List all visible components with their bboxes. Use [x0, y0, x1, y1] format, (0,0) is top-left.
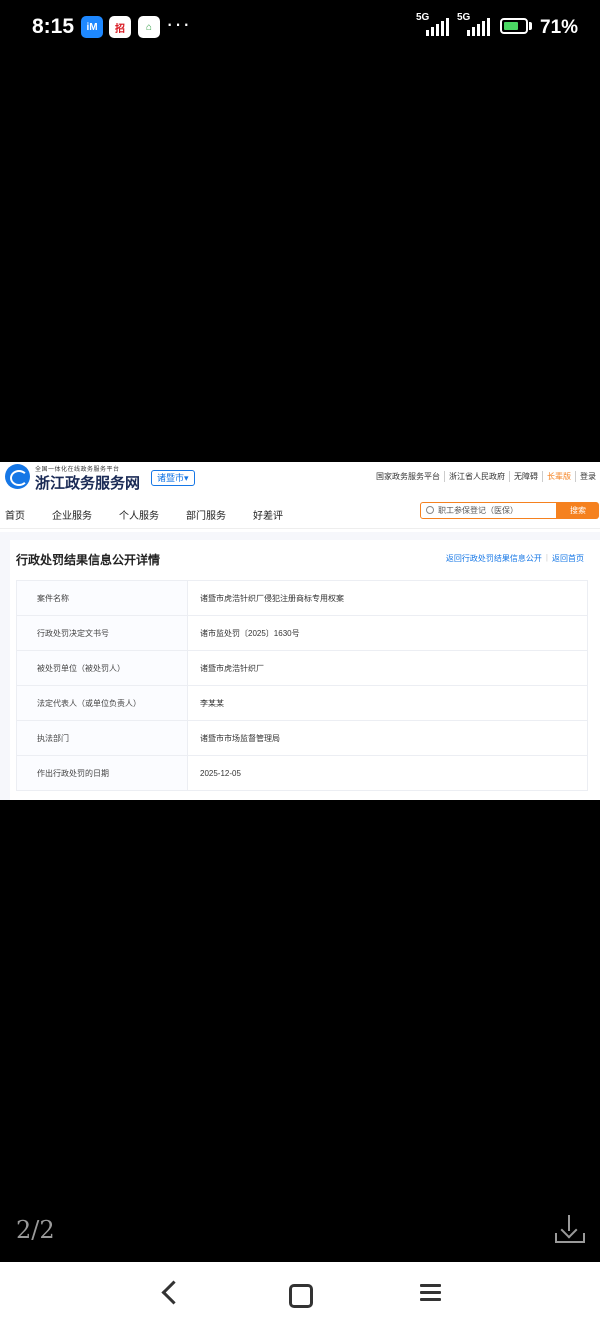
- search-input: 职工参保登记（医保）: [420, 502, 557, 519]
- status-time: 8:15: [32, 15, 75, 38]
- link-return-list: 返回行政处罚结果信息公开: [445, 554, 542, 563]
- signal-2-icon: 5G: [457, 12, 493, 36]
- system-nav-bar: [0, 1262, 600, 1333]
- city-selector: 诸暨市▾: [151, 470, 195, 486]
- row-value: 诸市监处罚〔2025〕1630号: [187, 615, 588, 651]
- app-im-icon: iM: [81, 16, 103, 38]
- app-home-icon: ⌂: [138, 16, 160, 38]
- link-login: 登录: [575, 471, 600, 482]
- row-value: 2025-12-05: [187, 755, 588, 791]
- row-label: 执法部门: [16, 720, 188, 756]
- nav-department: 部门服务: [186, 511, 226, 522]
- link-national-platform: 国家政务服务平台: [376, 472, 440, 481]
- detail-panel: 行政处罚结果信息公开详情 返回行政处罚结果信息公开 | 返回首页 案件名称 诸暨市…: [10, 540, 600, 800]
- logo-title: 浙江政务服务网: [35, 474, 141, 492]
- link-provincial-gov: 浙江省人民政府: [444, 471, 509, 482]
- search-button: 搜索: [557, 502, 599, 519]
- search-icon: [426, 506, 434, 514]
- table-row: 法定代表人（或单位负责人） 李某某: [16, 685, 588, 721]
- status-bar: 8:15 iM 招 ⌂ ··· 5G 5G 71%: [0, 0, 600, 56]
- row-label: 被处罚单位（被处罚人）: [16, 650, 188, 686]
- table-row: 执法部门 诸暨市市场监督管理局: [16, 720, 588, 756]
- nav-enterprise: 企业服务: [52, 511, 92, 522]
- nav-feedback: 好差评: [253, 511, 283, 522]
- back-icon[interactable]: [161, 1280, 186, 1305]
- link-return-home: 返回首页: [552, 554, 584, 563]
- row-value: 诸暨市虎浩针织厂: [187, 650, 588, 686]
- screenshot-image: 全国一体化在线政务服务平台 浙江政务服务网 诸暨市▾ 国家政务服务平台 浙江省人…: [0, 462, 600, 800]
- battery-cap: [529, 22, 532, 30]
- page-indicator: 2/2: [16, 1216, 55, 1244]
- row-label: 法定代表人（或单位负责人）: [16, 685, 188, 721]
- row-label: 作出行政处罚的日期: [16, 755, 188, 791]
- return-links: 返回行政处罚结果信息公开 | 返回首页: [442, 553, 588, 564]
- link-elder-mode: 长辈版: [542, 471, 575, 482]
- row-label: 案件名称: [16, 580, 188, 616]
- link-accessibility: 无障碍: [509, 471, 542, 482]
- row-value: 诸暨市市场监督管理局: [187, 720, 588, 756]
- top-links: 国家政务服务平台 浙江省人民政府 无障碍 长辈版 登录: [372, 471, 600, 482]
- detail-table: 案件名称 诸暨市虎浩针织厂侵犯注册商标专用权案 行政处罚决定文书号 诸市监处罚〔20…: [16, 580, 588, 791]
- battery-icon: [500, 18, 528, 34]
- home-icon[interactable]: [289, 1284, 313, 1308]
- nav-home: 首页: [5, 511, 25, 522]
- detail-content: 行政处罚结果信息公开详情 返回行政处罚结果信息公开 | 返回首页 案件名称 诸暨市…: [0, 532, 600, 800]
- table-row: 作出行政处罚的日期 2025-12-05: [16, 755, 588, 791]
- row-label: 行政处罚决定文书号: [16, 615, 188, 651]
- download-icon[interactable]: [553, 1213, 585, 1245]
- row-value: 李某某: [187, 685, 588, 721]
- site-header: 全国一体化在线政务服务平台 浙江政务服务网 诸暨市▾ 国家政务服务平台 浙江省人…: [0, 462, 600, 496]
- site-logo-icon: [5, 464, 30, 489]
- signal-1-icon: 5G: [416, 12, 452, 36]
- search-placeholder: 职工参保登记（医保）: [438, 506, 518, 515]
- table-row: 行政处罚决定文书号 诸市监处罚〔2025〕1630号: [16, 615, 588, 651]
- menu-icon[interactable]: [420, 1284, 441, 1302]
- table-row: 案件名称 诸暨市虎浩针织厂侵犯注册商标专用权案: [16, 580, 588, 616]
- row-value: 诸暨市虎浩针织厂侵犯注册商标专用权案: [187, 580, 588, 616]
- more-notifications-icon: ···: [166, 11, 191, 36]
- table-row: 被处罚单位（被处罚人） 诸暨市虎浩针织厂: [16, 650, 588, 686]
- battery-percent: 71%: [540, 17, 579, 38]
- app-bank-icon: 招: [109, 16, 131, 38]
- nav-personal: 个人服务: [119, 511, 159, 522]
- page-title: 行政处罚结果信息公开详情: [16, 553, 161, 567]
